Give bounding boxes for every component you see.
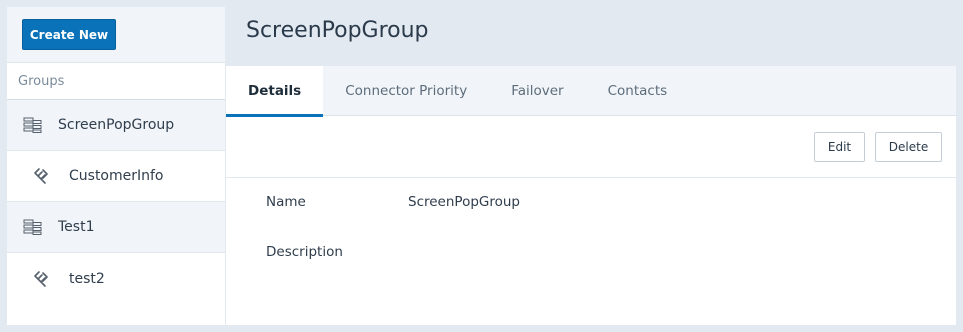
- edit-button[interactable]: Edit: [814, 132, 865, 162]
- tree-item-label: test2: [69, 270, 105, 287]
- tab-connector-priority[interactable]: Connector Priority: [323, 66, 489, 116]
- tree-item-customerinfo[interactable]: CustomerInfo: [7, 151, 225, 202]
- name-label: Name: [266, 194, 306, 210]
- delete-button[interactable]: Delete: [875, 132, 942, 162]
- tree-item-screenpopgroup[interactable]: ScreenPopGroup: [7, 100, 225, 151]
- tree-item-label: Test1: [58, 219, 95, 235]
- server-group-icon: [23, 116, 43, 134]
- connector-link-icon: [32, 167, 52, 185]
- tree-item-test2[interactable]: test2: [7, 253, 225, 304]
- sidebar-toolbar: Create New: [7, 7, 225, 62]
- tree-item-label: ScreenPopGroup: [58, 117, 175, 133]
- connector-link-icon: [32, 270, 52, 288]
- sidebar: Create New Groups ScreenPopGroup Custome…: [7, 7, 225, 325]
- action-bar: Edit Delete: [226, 116, 956, 178]
- name-value: ScreenPopGroup: [408, 194, 521, 210]
- tab-contacts[interactable]: Contacts: [586, 66, 690, 116]
- server-group-icon: [23, 218, 43, 236]
- groups-header: Groups: [7, 62, 225, 100]
- description-label: Description: [266, 244, 343, 260]
- details-panel: Details Connector Priority Failover Cont…: [226, 66, 956, 325]
- tree-item-test1[interactable]: Test1: [7, 202, 225, 253]
- tree-item-label: CustomerInfo: [69, 168, 164, 184]
- tab-details[interactable]: Details: [226, 66, 324, 117]
- create-new-button[interactable]: Create New: [22, 19, 116, 50]
- page-title: ScreenPopGroup: [246, 18, 429, 43]
- tab-failover[interactable]: Failover: [489, 66, 585, 116]
- tab-bar: Details Connector Priority Failover Cont…: [226, 66, 956, 117]
